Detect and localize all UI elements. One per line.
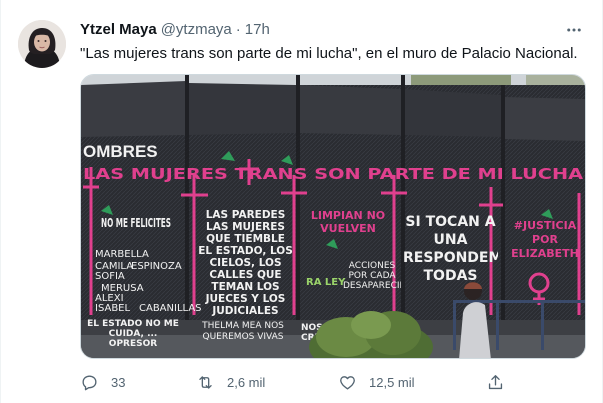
reply-count: 33 bbox=[111, 374, 126, 390]
retweet-count: 2,6 mil bbox=[227, 374, 266, 390]
retweet-button[interactable]: 2,6 mil bbox=[196, 368, 265, 396]
more-icon bbox=[567, 28, 581, 32]
action-bar: 33 2,6 mil 12,5 mil bbox=[80, 368, 510, 396]
tweet-header: Ytzel Maya @ytzmaya · 17h bbox=[80, 21, 270, 38]
wall-name: CABANILLAS bbox=[139, 303, 202, 314]
wall-text-las-paredes: LAS PAREDES LAS MUJERES QUE TIEMBLE EL E… bbox=[198, 209, 293, 317]
wall-text-bottom-left: EL ESTADO NO ME CUIDA, ... OPRESOR bbox=[87, 319, 179, 349]
wall-text-banner: LAS MUJERES TRANS SON PARTE DE MI LUCHA bbox=[83, 165, 584, 183]
wall-text-limpian: LIMPIAN NO VUELVEN bbox=[310, 209, 386, 235]
retweet-icon bbox=[199, 375, 212, 389]
reply-icon bbox=[82, 374, 97, 390]
tweet[interactable]: Ytzel Maya @ytzmaya · 17h "Las mujeres t… bbox=[0, 0, 603, 403]
wall-photo: OMBRES LAS MUJERES TRANS SON PARTE DE MI… bbox=[81, 75, 585, 358]
reply-button[interactable]: 33 bbox=[80, 368, 125, 396]
like-count: 12,5 mil bbox=[369, 374, 415, 390]
wall-text-acciones: ACCIONES POR CADA DESAPARECIDA bbox=[343, 261, 401, 291]
wall-text-pink-left: RA LEY bbox=[306, 277, 346, 288]
user-handle[interactable]: @ytzmaya bbox=[161, 21, 232, 38]
avatar[interactable] bbox=[18, 20, 66, 68]
tweet-text: "Las mujeres trans son parte de mi lucha… bbox=[80, 45, 578, 62]
wall-text-justicia: #JUSTICIA POR ELIZABETH bbox=[511, 219, 579, 259]
wall-name: ESPINOZA bbox=[131, 261, 182, 272]
wall-text-si-tocan: SI TOCAN A UNA RESPONDEMOS TODAS bbox=[403, 214, 498, 284]
share-icon bbox=[488, 374, 503, 389]
wall-text-no-me-felicites: NO ME FELICITES bbox=[101, 216, 171, 230]
avatar-image bbox=[18, 20, 66, 68]
tweet-photo[interactable]: OMBRES LAS MUJERES TRANS SON PARTE DE MI… bbox=[80, 74, 586, 359]
more-options-button[interactable] bbox=[562, 18, 586, 42]
like-button[interactable]: 12,5 mil bbox=[338, 368, 415, 396]
wall-name: ISABEL bbox=[95, 303, 131, 314]
share-button[interactable] bbox=[486, 368, 505, 396]
heart-icon bbox=[340, 375, 355, 390]
wall-text-vivas: THELMA MEA NOS QUEREMOS VIVAS bbox=[202, 321, 284, 342]
separator-dot: · bbox=[235, 21, 241, 38]
timestamp[interactable]: 17h bbox=[245, 21, 270, 38]
display-name[interactable]: Ytzel Maya bbox=[80, 21, 157, 38]
wall-name: SOFIA bbox=[95, 271, 125, 282]
wall-text-ombres: OMBRES bbox=[83, 142, 158, 161]
wall-name: MARBELLA bbox=[95, 249, 149, 260]
